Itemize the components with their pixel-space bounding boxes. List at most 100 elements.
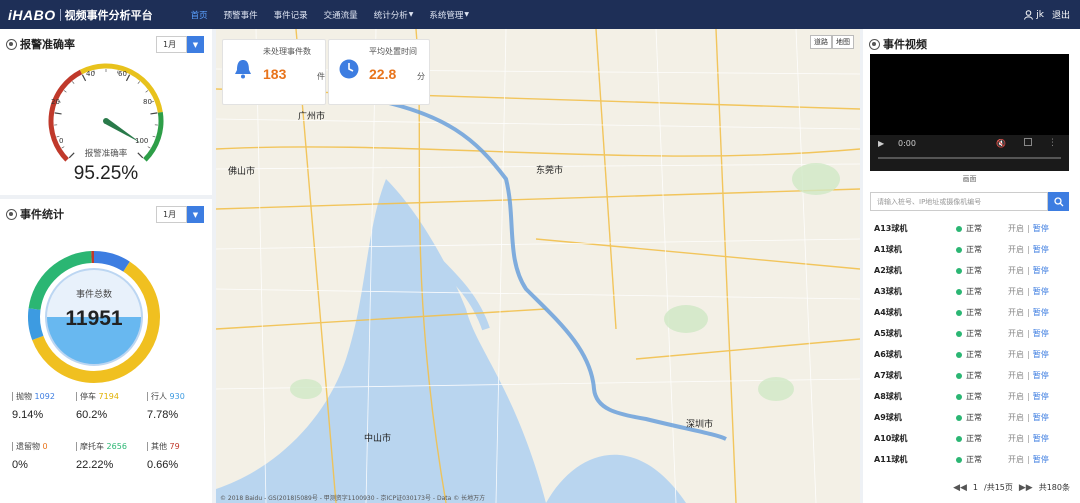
- camera-row[interactable]: A1球机 正常 开启 | 暂停: [870, 239, 1070, 260]
- camera-start-link[interactable]: 开启: [1008, 328, 1024, 339]
- camera-row[interactable]: A5球机 正常 开启 | 暂停: [870, 323, 1070, 344]
- camera-status: 正常: [956, 391, 1008, 402]
- camera-row[interactable]: A2球机 正常 开启 | 暂停: [870, 260, 1070, 281]
- video-player[interactable]: ▶ 0:00 🔇 ⋮: [870, 54, 1069, 171]
- status-dot-icon: [956, 351, 962, 358]
- camera-row[interactable]: A10球机 正常 开启 | 暂停: [870, 428, 1070, 449]
- camera-name: A13球机: [874, 224, 908, 233]
- video-time: 0:00: [898, 139, 916, 148]
- camera-start-link[interactable]: 开启: [1008, 286, 1024, 297]
- camera-row[interactable]: A8球机 正常 开启 | 暂停: [870, 386, 1070, 407]
- camera-name: A11球机: [874, 455, 908, 464]
- link-divider: |: [1027, 371, 1030, 380]
- pip-icon[interactable]: [1024, 138, 1032, 146]
- camera-start-link[interactable]: 开启: [1008, 433, 1024, 444]
- link-divider: |: [1027, 245, 1030, 254]
- camera-start-link[interactable]: 开启: [1008, 370, 1024, 381]
- link-divider: |: [1027, 329, 1030, 338]
- status-dot-icon: [956, 372, 962, 379]
- nav-system[interactable]: 系统管理 ▼: [421, 0, 477, 29]
- gauge-tick-mark: [137, 81, 140, 84]
- donut-segment-抛物: [93, 251, 130, 272]
- camera-pause-link[interactable]: 暂停: [1033, 391, 1049, 402]
- link-divider: |: [1027, 392, 1030, 401]
- nav-statistics-label: 统计分析: [373, 10, 408, 21]
- stat-count: 0: [42, 442, 48, 451]
- camera-start-link[interactable]: 开启: [1008, 454, 1024, 465]
- gauge-tick-40: 40: [86, 70, 95, 78]
- camera-pause-link[interactable]: 暂停: [1033, 244, 1049, 255]
- camera-start-link[interactable]: 开启: [1008, 391, 1024, 402]
- camera-pause-link[interactable]: 暂停: [1033, 223, 1049, 234]
- gauge-tick-mark: [54, 112, 62, 115]
- link-divider: |: [1027, 266, 1030, 275]
- camera-row[interactable]: A13球机 正常 开启 | 暂停: [870, 218, 1070, 239]
- camera-row[interactable]: A4球机 正常 开启 | 暂停: [870, 302, 1070, 323]
- camera-start-link[interactable]: 开启: [1008, 244, 1024, 255]
- kpi-unit: 件: [317, 72, 325, 81]
- nav-statistics[interactable]: 统计分析 ▼: [366, 0, 422, 29]
- user-menu[interactable]: jk: [1024, 0, 1044, 29]
- month-select[interactable]: 1月 ▼: [156, 206, 204, 223]
- logout-button[interactable]: 退出: [1052, 0, 1070, 29]
- camera-pause-link[interactable]: 暂停: [1033, 328, 1049, 339]
- camera-start-link[interactable]: 开启: [1008, 412, 1024, 423]
- camera-status-text: 正常: [966, 350, 982, 359]
- main-nav: 首页 预警事件 事件记录 交通流量 统计分析 ▼ 系统管理 ▼: [183, 0, 477, 29]
- camera-status: 正常: [956, 433, 1008, 444]
- next-page-icon[interactable]: ▶▶: [1019, 483, 1033, 493]
- status-dot-icon: [956, 414, 962, 421]
- camera-pause-link[interactable]: 暂停: [1033, 286, 1049, 297]
- camera-row[interactable]: A7球机 正常 开启 | 暂停: [870, 365, 1070, 386]
- nav-home[interactable]: 首页: [183, 0, 216, 29]
- search-button[interactable]: [1048, 192, 1069, 211]
- chevron-down-icon[interactable]: ▼: [187, 206, 204, 223]
- camera-start-link[interactable]: 开启: [1008, 223, 1024, 234]
- camera-search-input[interactable]: 请输入桩号、IP地址或摄像机编号: [870, 192, 1048, 211]
- nav-alerts[interactable]: 预警事件: [216, 0, 266, 29]
- panel-title: 事件统计: [20, 208, 64, 221]
- donut-label: 事件总数: [75, 290, 112, 300]
- camera-pause-link[interactable]: 暂停: [1033, 307, 1049, 318]
- target-icon: [6, 208, 17, 220]
- camera-pause-link[interactable]: 暂停: [1033, 370, 1049, 381]
- camera-row[interactable]: A9球机 正常 开启 | 暂停: [870, 407, 1070, 428]
- stat-pedestrian: 行人 930 7.78%: [147, 391, 217, 421]
- gauge-tick-80: 80: [143, 98, 152, 106]
- link-divider: |: [1027, 308, 1030, 317]
- camera-status-text: 正常: [966, 455, 982, 464]
- gauge-caption: 报警准确率: [84, 149, 128, 159]
- status-dot-icon: [956, 288, 962, 295]
- video-progress[interactable]: [878, 157, 1061, 159]
- stat-pct: 0.66%: [147, 459, 179, 471]
- nav-traffic[interactable]: 交通流量: [316, 0, 366, 29]
- stat-count: 7194: [98, 392, 119, 401]
- camera-pause-link[interactable]: 暂停: [1033, 454, 1049, 465]
- mute-icon[interactable]: 🔇: [996, 139, 1006, 148]
- camera-start-link[interactable]: 开启: [1008, 265, 1024, 276]
- camera-pause-link[interactable]: 暂停: [1033, 412, 1049, 423]
- month-value: 1月: [156, 206, 187, 223]
- camera-row[interactable]: A6球机 正常 开启 | 暂停: [870, 344, 1070, 365]
- prev-page-icon[interactable]: ◀◀: [953, 483, 967, 493]
- city-label: 中山市: [364, 432, 391, 444]
- camera-start-link[interactable]: 开启: [1008, 349, 1024, 360]
- map-satellite-button[interactable]: 地图: [832, 35, 854, 49]
- gauge-tick-20: 20: [51, 98, 60, 106]
- stat-label: 停车: [80, 392, 96, 401]
- camera-pause-link[interactable]: 暂停: [1033, 265, 1049, 276]
- more-icon[interactable]: ⋮: [1048, 138, 1057, 148]
- camera-status: 正常: [956, 349, 1008, 360]
- nav-records[interactable]: 事件记录: [266, 0, 316, 29]
- camera-pause-link[interactable]: 暂停: [1033, 349, 1049, 360]
- map-road-button[interactable]: 道路: [810, 35, 832, 49]
- map-view[interactable]: 广州市 佛山市 东莞市 深圳市 中山市 未处理事件数 183 件 平均处置时间 …: [216, 29, 860, 503]
- stat-label: 遗留物: [16, 442, 40, 451]
- camera-pause-link[interactable]: 暂停: [1033, 433, 1049, 444]
- nav-records-label: 事件记录: [273, 10, 308, 21]
- camera-row[interactable]: A11球机 正常 开启 | 暂停: [870, 449, 1070, 470]
- camera-row[interactable]: A3球机 正常 开启 | 暂停: [870, 281, 1070, 302]
- gauge-tick-60: 60: [118, 70, 127, 78]
- play-icon[interactable]: ▶: [878, 139, 884, 148]
- camera-start-link[interactable]: 开启: [1008, 307, 1024, 318]
